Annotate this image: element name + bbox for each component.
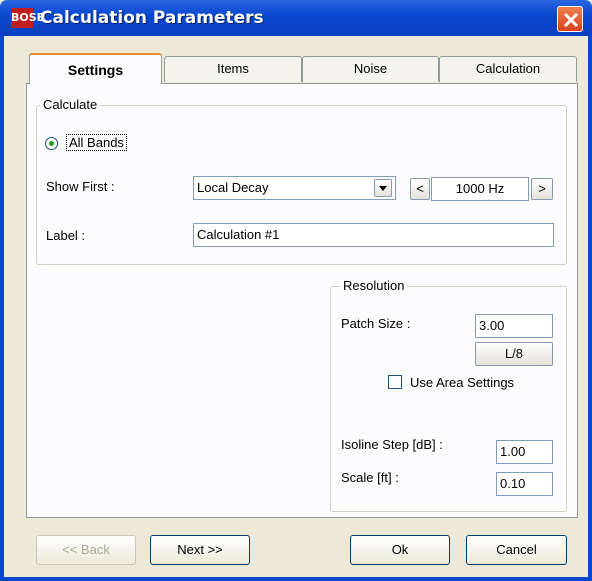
patch-size-input[interactable]: 3.00	[475, 314, 553, 338]
isoline-step-label: Isoline Step [dB] :	[341, 437, 443, 452]
scale-input[interactable]: 0.10	[496, 472, 553, 496]
cancel-button[interactable]: Cancel	[466, 535, 567, 565]
tab-settings[interactable]: Settings	[29, 53, 162, 84]
isoline-step-input[interactable]: 1.00	[496, 440, 553, 464]
frequency-field[interactable]: 1000 Hz	[431, 177, 529, 201]
close-button[interactable]	[557, 6, 583, 32]
show-first-label: Show First :	[46, 179, 115, 194]
patch-size-label: Patch Size :	[341, 316, 411, 331]
next-button[interactable]: Next >>	[150, 535, 250, 565]
window-title: Calculation Parameters	[40, 8, 264, 28]
calculate-legend: Calculate	[40, 97, 101, 112]
use-area-settings-label[interactable]: Use Area Settings	[410, 375, 514, 390]
scale-label: Scale [ft] :	[341, 470, 399, 485]
use-area-settings-checkbox[interactable]	[388, 375, 402, 389]
chevron-down-icon	[379, 186, 387, 191]
label-input[interactable]: Calculation #1	[193, 223, 554, 247]
app-logo-icon: BOSE	[11, 8, 44, 28]
tab-noise[interactable]: Noise	[302, 56, 439, 82]
all-bands-label[interactable]: All Bands	[66, 134, 127, 151]
show-first-select[interactable]: Local Decay	[193, 176, 396, 200]
tab-calculation[interactable]: Calculation	[439, 56, 577, 82]
window-frame-bottom	[0, 577, 592, 581]
frequency-previous-button[interactable]: <	[410, 178, 430, 200]
resolution-legend: Resolution	[340, 278, 408, 293]
show-first-dropdown-button[interactable]	[374, 179, 392, 197]
show-first-value: Local Decay	[197, 180, 269, 195]
label-label: Label :	[46, 228, 86, 243]
ok-button[interactable]: Ok	[350, 535, 450, 565]
window-frame-right	[588, 36, 592, 581]
back-button[interactable]: << Back	[36, 535, 136, 565]
frequency-next-button[interactable]: >	[531, 178, 553, 200]
window-frame-left	[0, 36, 4, 581]
close-icon	[563, 12, 579, 28]
all-bands-radio[interactable]	[45, 137, 58, 150]
tab-items[interactable]: Items	[164, 56, 302, 82]
patch-fraction-button[interactable]: L/8	[475, 342, 553, 366]
